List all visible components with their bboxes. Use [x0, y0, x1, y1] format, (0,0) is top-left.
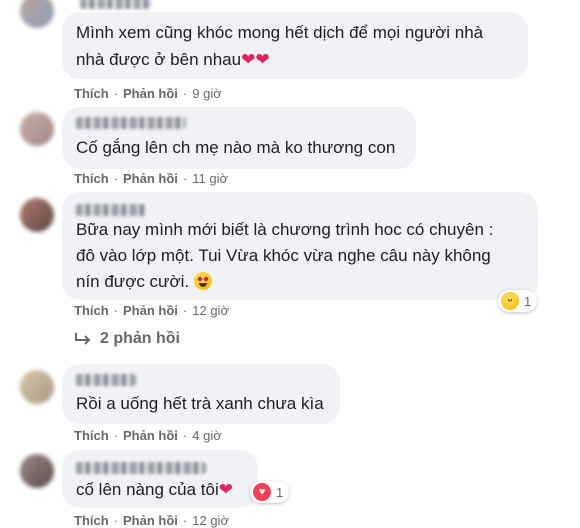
- commenter-name[interactable]: [76, 374, 136, 386]
- love-reaction-icon: ♥: [253, 483, 271, 501]
- reaction-badge[interactable]: ♥ 1: [250, 481, 290, 503]
- comment-text: cố lên nàng của tôi❤: [76, 480, 233, 499]
- avatar[interactable]: [20, 198, 54, 232]
- reaction-badge[interactable]: ᵕ 1: [498, 290, 538, 312]
- commenter-name[interactable]: [80, 0, 152, 9]
- heart-eyes-emoji-icon: [193, 272, 212, 290]
- heart-icon: ❤❤: [241, 50, 270, 69]
- comment-text: nhà được ở bên nhau❤❤: [76, 50, 270, 69]
- comment-bubble: Mình xem cũng khóc mong hết dịch để mọi …: [62, 12, 528, 79]
- comment-text: nín được cười.: [76, 268, 212, 295]
- timestamp[interactable]: 4 giờ: [192, 428, 222, 443]
- reply-button[interactable]: Phản hồi: [123, 303, 178, 318]
- reply-button[interactable]: Phản hồi: [123, 428, 178, 443]
- comment-bubble: cố lên nàng của tôi❤: [62, 450, 258, 508]
- comment-actions: Thích · Phản hồi · 12 giờ: [74, 303, 229, 318]
- comment-actions: Thích · Phản hồi · 4 giờ: [74, 428, 222, 443]
- comment-actions: Thích · Phản hồi · 9 giờ: [74, 86, 222, 101]
- like-button[interactable]: Thích: [74, 303, 109, 318]
- avatar[interactable]: [20, 454, 54, 488]
- comment-text: Mình xem cũng khóc mong hết dịch để mọi …: [76, 23, 484, 42]
- comment-text: Bữa nay mình mới biết là chương trình ho…: [76, 220, 494, 239]
- timestamp[interactable]: 9 giờ: [192, 86, 222, 101]
- avatar[interactable]: [20, 112, 54, 146]
- commenter-name[interactable]: [76, 117, 186, 129]
- commenter-name[interactable]: [76, 462, 206, 474]
- comment-text: đô vào lớp một. Tui Vừa khóc vừa nghe câ…: [76, 246, 491, 265]
- replies-count: 2 phản hồi: [100, 330, 180, 347]
- timestamp[interactable]: 12 giờ: [192, 303, 229, 318]
- haha-reaction-icon: ᵕ: [501, 292, 519, 310]
- commenter-name[interactable]: [76, 204, 146, 216]
- view-replies-link[interactable]: 2 phản hồi: [74, 330, 180, 348]
- comment-text: Rồi a uống hết trà xanh chưa kìa: [76, 394, 324, 413]
- reaction-count: 1: [524, 293, 532, 309]
- like-button[interactable]: Thích: [74, 171, 109, 186]
- heart-icon: ❤: [218, 480, 233, 499]
- comment-bubble: Rồi a uống hết trà xanh chưa kìa: [62, 364, 340, 424]
- timestamp[interactable]: 11 giờ: [192, 171, 228, 186]
- reaction-count: 1: [276, 484, 284, 500]
- comment-bubble: Cố gắng lên ch mẹ nào mà ko thương con: [62, 107, 416, 169]
- reply-button[interactable]: Phản hồi: [123, 171, 178, 186]
- comment-actions: Thích · Phản hồi · 11 giờ: [74, 171, 228, 186]
- like-button[interactable]: Thích: [74, 428, 109, 443]
- comment-text: Cố gắng lên ch mẹ nào mà ko thương con: [76, 138, 396, 157]
- like-button[interactable]: Thích: [74, 86, 109, 101]
- avatar[interactable]: [20, 370, 54, 404]
- comment-bubble: Bữa nay mình mới biết là chương trình ho…: [62, 192, 538, 300]
- reply-button[interactable]: Phản hồi: [123, 86, 178, 101]
- avatar[interactable]: [20, 0, 54, 28]
- reply-arrow-icon: [75, 333, 91, 345]
